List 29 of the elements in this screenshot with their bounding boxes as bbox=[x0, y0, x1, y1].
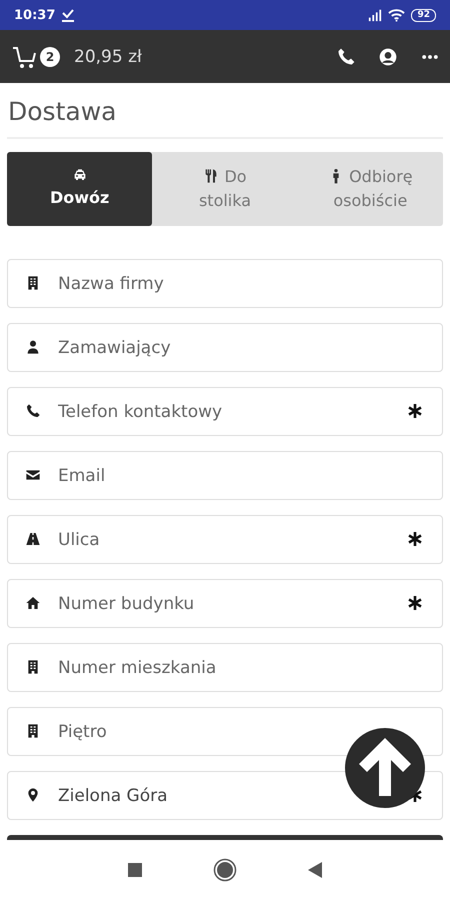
input-field[interactable]: Zamawiający bbox=[7, 323, 443, 372]
delivery-tab[interactable]: Dowóz bbox=[7, 152, 152, 226]
cart-icon[interactable] bbox=[12, 44, 38, 68]
recents-icon[interactable] bbox=[127, 861, 143, 879]
user-icon bbox=[25, 339, 41, 355]
home-icon bbox=[25, 595, 41, 611]
phone-icon[interactable] bbox=[336, 46, 356, 66]
input-field[interactable]: Nazwa firmy bbox=[7, 259, 443, 308]
download-done-icon bbox=[61, 8, 76, 22]
input-field[interactable]: Ulica bbox=[7, 515, 443, 564]
back-icon[interactable] bbox=[307, 861, 323, 879]
home-button-icon[interactable] bbox=[213, 858, 237, 882]
signal-icon bbox=[368, 8, 382, 22]
clock-time: 10:37 bbox=[14, 8, 56, 22]
cutlery-icon bbox=[203, 168, 220, 184]
phone-icon bbox=[25, 403, 41, 419]
input-field[interactable]: Telefon kontaktowy bbox=[7, 387, 443, 436]
account-icon[interactable] bbox=[378, 46, 398, 66]
cart-count: 2 bbox=[40, 46, 60, 66]
input-field[interactable]: Numer mieszkania bbox=[7, 643, 443, 692]
page-title: Dostawa bbox=[8, 96, 118, 128]
battery-level: 92 bbox=[411, 8, 436, 22]
wifi-icon bbox=[388, 8, 406, 22]
scroll-up-button[interactable] bbox=[345, 728, 425, 808]
road-icon bbox=[25, 531, 41, 547]
cart-total: 20,95 zł bbox=[74, 46, 142, 66]
input-field[interactable]: Email bbox=[7, 451, 443, 500]
input-field[interactable]: Piętro bbox=[7, 707, 443, 756]
input-field[interactable]: Numer budynku bbox=[7, 579, 443, 628]
